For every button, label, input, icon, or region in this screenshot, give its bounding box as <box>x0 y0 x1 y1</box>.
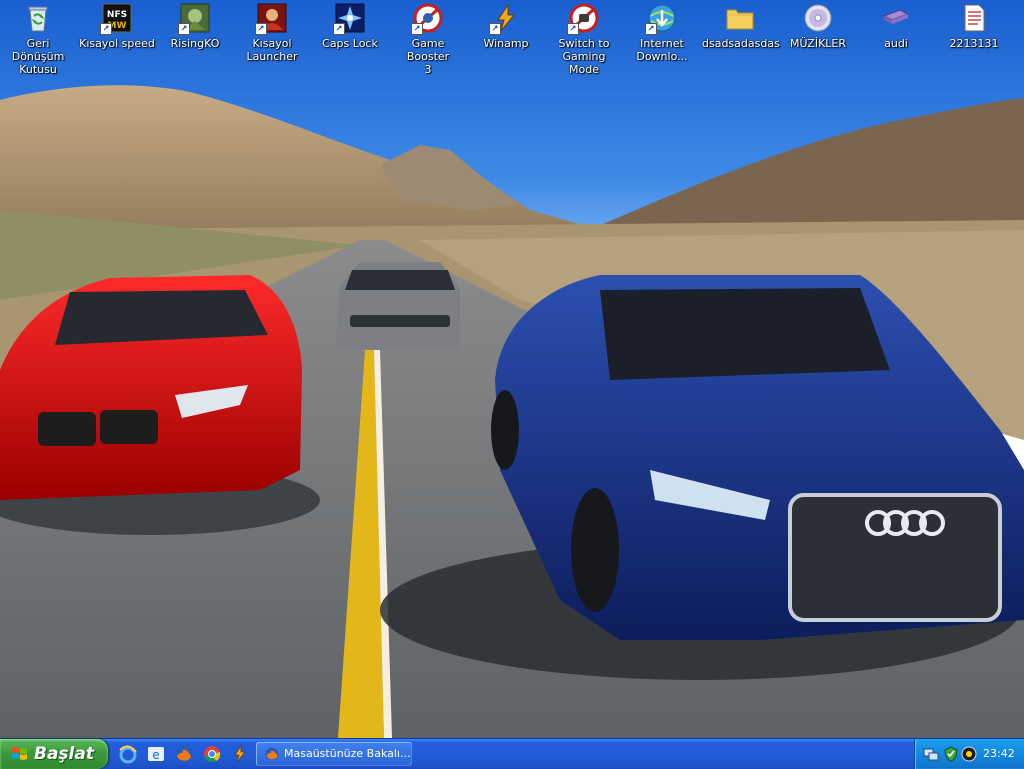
recycle-bin-icon <box>22 2 54 34</box>
desktop-icon-label: Kısayol Launcher <box>246 37 298 63</box>
nfs-most-wanted-icon: NFS MW ↗ <box>100 2 133 35</box>
drive-icon <box>880 2 912 34</box>
launcher-icon: ↗ <box>255 2 288 35</box>
firefox-icon <box>265 747 279 761</box>
desktop-icon-3[interactable]: ↗ Kısayol Launcher <box>234 2 310 63</box>
desktop-icon-label: Geri Dönüşüm Kutusu <box>11 37 65 76</box>
desktop-icon-label: MÜZİKLER <box>789 37 847 50</box>
shortcut-arrow-icon: ↗ <box>100 23 112 35</box>
desktop-icon-label: Switch to Gaming Mode <box>558 37 610 76</box>
music-cd-icon <box>802 2 834 34</box>
svg-text:e: e <box>152 748 159 762</box>
taskbar-button-firefox[interactable]: Masaüstünüze Bakalı... <box>256 742 412 766</box>
desktop-icon-1[interactable]: NFS MW ↗ Kısayol speed <box>79 2 155 50</box>
firefox-icon[interactable] <box>174 744 194 764</box>
clock: 23:42 <box>983 747 1015 760</box>
desktop-icon-label: 2213131 <box>949 37 999 50</box>
desktop-icon-2[interactable]: ↗ RisingKO <box>157 2 233 50</box>
gaming-mode-icon: ↗ <box>567 2 600 35</box>
system-tray: 23:42 <box>914 739 1024 769</box>
volume-icon[interactable] <box>961 746 977 762</box>
desktop-icon-label: Internet Downlo... <box>636 37 688 63</box>
network-icon[interactable] <box>923 746 939 762</box>
desktop[interactable]: Geri Dönüşüm Kutusu NFS MW ↗ Kısayol speed ↗ R… <box>0 0 1024 738</box>
windows-flag-icon <box>12 747 27 760</box>
game-booster-icon: ↗ <box>411 2 444 35</box>
desktop-icon-label: Game Booster 3 <box>406 37 450 76</box>
winamp-icon[interactable] <box>230 744 250 764</box>
quick-launch-bar: e <box>118 744 253 764</box>
desktop-icon-5[interactable]: ↗ Game Booster 3 <box>390 2 466 76</box>
desktop-icon-9[interactable]: dsadsadasdas <box>702 2 780 50</box>
desktop-icon-label: Winamp <box>483 37 529 50</box>
text-document-icon <box>958 2 990 34</box>
internet-explorer-icon[interactable] <box>118 744 138 764</box>
shortcut-arrow-icon: ↗ <box>489 23 501 35</box>
internet-download-manager-icon: ↗ <box>645 2 678 35</box>
desktop-icon-12[interactable]: 2213131 <box>936 2 1012 50</box>
desktop-icon-label: Caps Lock <box>322 37 378 50</box>
caps-lock-icon: ↗ <box>333 2 366 35</box>
desktop-icon-11[interactable]: audi <box>858 2 934 50</box>
start-button[interactable]: Başlat <box>0 739 108 769</box>
desktop-icon-0[interactable]: Geri Dönüşüm Kutusu <box>0 2 76 76</box>
taskbar-button-label: Masaüstünüze Bakalı... <box>284 747 411 760</box>
shortcut-arrow-icon: ↗ <box>411 23 423 35</box>
shortcut-arrow-icon: ↗ <box>645 23 657 35</box>
desktop-icon-10[interactable]: MÜZİKLER <box>780 2 856 50</box>
car-wallpaper <box>0 0 1024 738</box>
desktop-icon-label: Kısayol speed <box>79 37 155 50</box>
taskbar: Başlat e Masaüstünüze Bakalı... 23:42 <box>0 738 1024 769</box>
desktop-icon-7[interactable]: ↗ Switch to Gaming Mode <box>546 2 622 76</box>
shortcut-arrow-icon: ↗ <box>567 23 579 35</box>
winamp-icon: ↗ <box>489 2 522 35</box>
folder-icon <box>724 2 756 34</box>
svg-text:NFS: NFS <box>107 10 127 20</box>
shortcut-arrow-icon: ↗ <box>333 23 345 35</box>
desktop-icon-label: dsadsadasdas <box>702 37 780 50</box>
start-label: Başlat <box>34 744 94 764</box>
shortcut-arrow-icon: ↗ <box>255 23 267 35</box>
ie-alt-icon[interactable]: e <box>146 744 166 764</box>
shortcut-arrow-icon: ↗ <box>178 23 190 35</box>
security-icon[interactable] <box>943 746 959 762</box>
desktop-icon-label: RisingKO <box>170 37 220 50</box>
desktop-icon-4[interactable]: ↗ Caps Lock <box>312 2 388 50</box>
desktop-icon-8[interactable]: ↗ Internet Downlo... <box>624 2 700 63</box>
desktop-icon-6[interactable]: ↗ Winamp <box>468 2 544 50</box>
desktop-icon-label: audi <box>884 37 908 50</box>
chrome-icon[interactable] <box>202 744 222 764</box>
risingko-game-icon: ↗ <box>178 2 211 35</box>
